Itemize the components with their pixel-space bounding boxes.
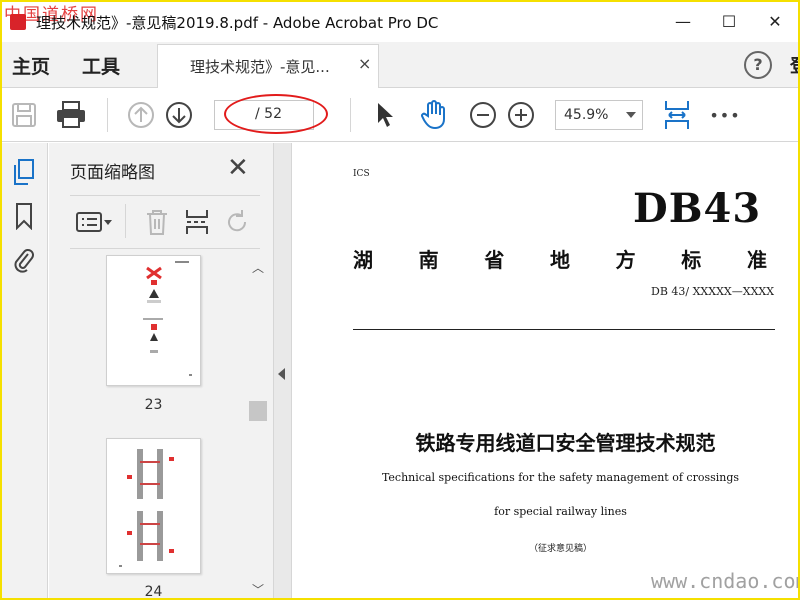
save-icon[interactable] [9,100,39,130]
sign-in-link[interactable]: 登 [790,52,798,78]
document-title-en-line1: Technical specifications for the safety … [381,471,740,484]
document-title-en-line2: for special railway lines [494,505,627,518]
panel-toolbar-divider [125,204,126,238]
heading-char: 准 [746,248,767,272]
print-icon[interactable] [56,100,86,130]
page-thumbnails-icon[interactable] [10,157,38,187]
annotation-circle [224,94,328,134]
panel-splitter[interactable] [274,143,292,598]
title-bar: 中国道桥网 理技术规范》-意见稿2019.8.pdf - Adobe Acrob… [2,2,798,42]
attachments-icon[interactable] [10,245,38,275]
tab-row: 主页 工具 理技术规范》-意见... × ? 登 [2,42,798,88]
thumbnail-page-content [143,261,192,376]
minimize-button[interactable]: — [660,2,706,40]
scrollbar-thumb[interactable] [249,401,267,421]
tab-document[interactable]: 理技术规范》-意见... × [157,44,379,88]
heading-char: 地 [549,248,570,272]
panel-title: 页面缩略图 [70,163,155,183]
standard-code: DB43 [633,185,762,232]
thumbnail-panel: 页面缩略图 ✕ 23 24 ︿ ﹀ [49,143,274,600]
document-tab-label: 理技术规范》-意见... [190,58,330,76]
previous-page-icon[interactable] [126,100,156,130]
fit-page-icon[interactable] [662,100,692,130]
thumbnail-page-number: 23 [144,397,163,413]
draft-note: （征求意见稿） [528,544,592,554]
app-window: 中国道桥网 理技术规范》-意见稿2019.8.pdf - Adobe Acrob… [0,0,800,600]
thumbnail-page-content [119,449,174,567]
close-panel-button[interactable]: ✕ [227,153,249,183]
toolbar-divider [350,98,351,132]
chevron-down-icon [626,112,636,118]
standard-number: DB 43/ XXXXX—XXXX [651,285,775,298]
navigation-pane [2,143,48,598]
heading-char: 标 [681,248,702,272]
page-thumbnail[interactable] [106,255,201,386]
collapse-panel-icon[interactable] [278,368,285,380]
more-tools-icon[interactable]: ••• [709,100,740,130]
tab-home[interactable]: 主页 [12,52,50,79]
header-rule [353,329,775,330]
maximize-button[interactable]: ☐ [706,2,752,40]
thumbnail-options-icon[interactable] [74,207,114,237]
bookmarks-icon[interactable] [10,201,38,231]
chevron-down-icon[interactable]: ﹀ [252,581,264,598]
document-view: ICS DB43 湖 南 省 地 方 标 准 DB 43/ XXXXX—XXXX… [293,143,800,598]
watermark-url: www.cndao.com [651,569,800,593]
chevron-up-icon[interactable]: ︿ [252,259,264,276]
toolbar-divider [107,98,108,132]
main-toolbar: / 52 45.9% ••• [2,88,798,142]
heading-char: 方 [615,248,636,272]
hand-tool-icon[interactable] [419,100,449,130]
next-page-icon[interactable] [164,100,194,130]
insert-page-icon[interactable] [182,207,212,237]
heading-char: 湖 [353,248,373,272]
close-window-button[interactable]: ✕ [752,2,798,40]
document-title-cn: 铁路专用线道口安全管理技术规范 [415,431,716,455]
heading-char: 南 [418,248,439,272]
zoom-in-icon[interactable] [506,100,536,130]
rotate-page-icon[interactable] [222,207,252,237]
heading-char: 省 [484,248,505,272]
thumbnail-toolbar [70,195,260,249]
select-cursor-icon[interactable] [370,100,400,130]
document-tab-close-button[interactable]: × [358,54,371,73]
thumbnail-scrollbar[interactable] [249,255,267,598]
page-thumbnail[interactable] [106,438,201,574]
help-icon[interactable]: ? [744,51,772,79]
zoom-level-value: 45.9% [564,107,609,123]
province-standard-heading: 湖 南 省 地 方 标 准 [353,244,767,273]
delete-page-icon[interactable] [142,207,172,237]
tab-tools[interactable]: 工具 [82,52,120,79]
thumbnail-page-number: 24 [144,584,163,600]
ics-label: ICS [353,169,370,179]
zoom-level-select[interactable]: 45.9% [555,100,643,130]
zoom-out-icon[interactable] [468,100,498,130]
window-title: 理技术规范》-意见稿2019.8.pdf - Adobe Acrobat Pro… [36,14,439,32]
